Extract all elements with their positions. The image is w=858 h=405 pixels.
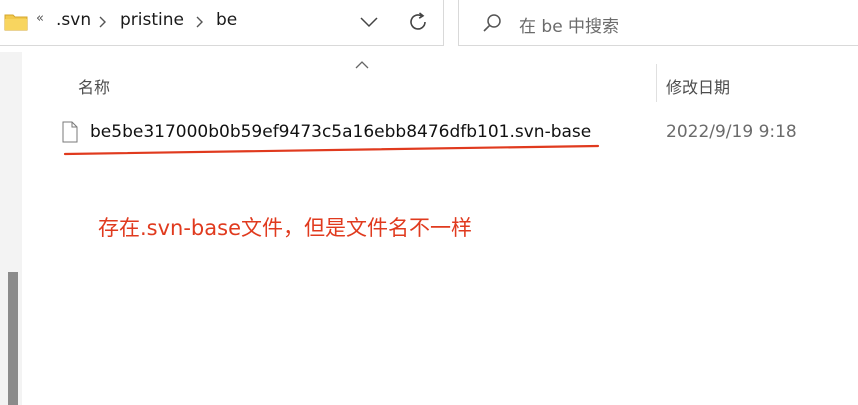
toolbar: « .svn pristine be 在 be 中搜索 <box>0 0 858 53</box>
breadcrumb-item-be[interactable]: be <box>216 10 237 30</box>
breadcrumb-item-pristine[interactable]: pristine <box>120 10 184 30</box>
red-underline-annotation <box>63 144 600 156</box>
column-header-date-modified[interactable]: 修改日期 <box>666 74 730 98</box>
chevron-right-icon[interactable] <box>193 16 205 28</box>
column-header-name[interactable]: 名称 <box>78 74 110 98</box>
search-box[interactable]: 在 be 中搜索 <box>458 0 858 46</box>
sort-ascending-icon <box>355 61 369 69</box>
search-icon <box>483 14 501 32</box>
search-input[interactable]: 在 be 中搜索 <box>519 12 619 37</box>
address-bar[interactable]: « .svn pristine be <box>0 0 444 46</box>
chevron-down-icon[interactable] <box>358 12 380 32</box>
folder-icon <box>4 14 28 31</box>
file-date-modified: 2022/9/19 9:18 <box>666 122 797 142</box>
refresh-icon[interactable] <box>406 10 430 34</box>
file-icon <box>62 121 78 143</box>
column-header-row <box>22 52 858 102</box>
column-divider[interactable] <box>656 64 657 102</box>
chevron-right-icon[interactable] <box>96 16 108 28</box>
scrollbar-thumb[interactable] <box>8 272 18 405</box>
breadcrumb-item-svn[interactable]: .svn <box>56 10 91 30</box>
breadcrumb-overflow[interactable]: « <box>36 11 44 26</box>
annotation-note: 存在.svn-base文件，但是文件名不一样 <box>98 216 472 240</box>
file-name[interactable]: be5be317000b0b59ef9473c5a16ebb8476dfb101… <box>90 122 591 142</box>
